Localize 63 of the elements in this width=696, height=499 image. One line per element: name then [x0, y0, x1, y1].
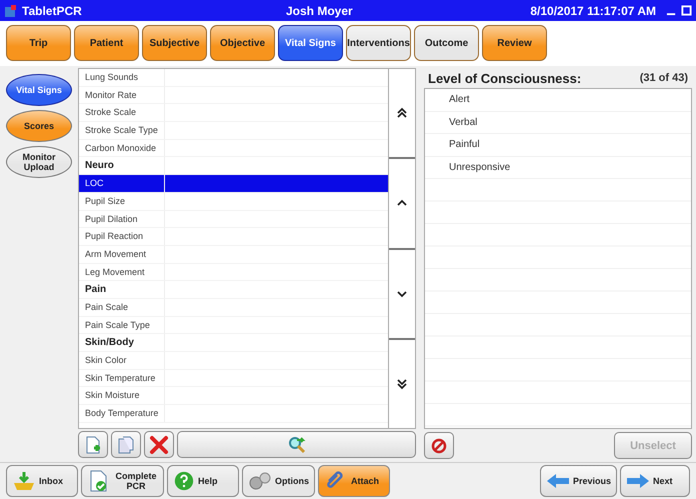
option-item[interactable]: Alert — [449, 89, 470, 111]
option-item[interactable]: Unresponsive — [449, 156, 510, 178]
side-tab[interactable]: Scores — [6, 110, 72, 142]
delete-button[interactable] — [144, 431, 174, 458]
copy-document-icon — [116, 434, 136, 454]
field-item[interactable]: Leg Movement — [79, 264, 165, 280]
section-tab[interactable]: Patient — [74, 25, 139, 61]
record-counter: (31 of 43) — [640, 72, 688, 84]
section-tab[interactable]: Subjective — [142, 25, 207, 61]
help-icon — [173, 470, 195, 492]
toolbar-button[interactable]: Options — [242, 465, 315, 497]
toolbar-button[interactable]: Help — [167, 465, 239, 497]
field-item[interactable]: Pain Scale — [79, 298, 165, 316]
field-item[interactable]: Pupil Size — [79, 192, 165, 210]
copy-button[interactable] — [111, 431, 141, 458]
section-tab[interactable]: Outcome — [414, 25, 479, 61]
user-name: Josh Moyer — [286, 4, 354, 18]
option-item[interactable]: Verbal — [449, 112, 478, 134]
field-item[interactable]: Pupil Dilation — [79, 210, 165, 228]
right-arrow-icon — [626, 473, 650, 489]
search-icon — [286, 434, 306, 454]
field-item[interactable]: Carbon Monoxide — [79, 140, 165, 156]
field-item[interactable]: Neuro — [79, 157, 165, 174]
search-button[interactable] — [177, 431, 416, 458]
toolbar-button[interactable]: Inbox — [6, 465, 78, 497]
field-item[interactable]: Lung Sounds — [79, 69, 165, 86]
add-button[interactable] — [78, 431, 108, 458]
section-tab[interactable]: Vital Signs — [278, 25, 343, 61]
field-item[interactable]: Pupil Reaction — [79, 228, 165, 245]
section-tab[interactable]: Objective — [210, 25, 275, 61]
field-item[interactable]: Stroke Scale — [79, 104, 165, 122]
field-item[interactable]: Skin/Body — [79, 334, 165, 351]
section-tab[interactable]: Trip — [6, 25, 71, 61]
field-item[interactable]: Stroke Scale Type — [79, 122, 165, 139]
field-item[interactable]: Skin Color — [79, 352, 165, 369]
field-item[interactable]: Pain Scale Type — [79, 316, 165, 334]
field-item[interactable]: Monitor Rate — [79, 86, 165, 104]
toolbar-button[interactable]: Attach — [318, 465, 390, 497]
section-tab[interactable]: Review — [482, 25, 547, 61]
date-time: 8/10/2017 11:17:07 AM — [529, 4, 657, 18]
side-tab[interactable]: Monitor Upload — [6, 146, 72, 178]
left-arrow-icon — [546, 473, 570, 489]
double-chevron-up-icon — [396, 107, 408, 120]
side-tab[interactable]: Vital Signs — [6, 74, 72, 106]
app-name: TabletPCR — [22, 4, 83, 18]
toolbar-button[interactable]: Complete PCR — [81, 465, 164, 497]
field-item[interactable]: Skin Temperature — [79, 370, 165, 386]
inbox-icon — [12, 469, 36, 493]
panel-title: Level of Consciousness: — [428, 70, 582, 86]
option-item[interactable]: Painful — [449, 134, 480, 156]
no-entry-icon — [431, 438, 447, 454]
maximize-icon[interactable] — [681, 5, 692, 16]
nav-button[interactable]: Next — [620, 465, 690, 497]
field-item[interactable]: Skin Moisture — [79, 387, 165, 404]
field-item[interactable]: Body Temperature — [79, 405, 165, 422]
field-item[interactable]: Arm Movement — [79, 246, 165, 263]
delete-icon — [149, 434, 169, 454]
nav-button[interactable]: Previous — [540, 465, 617, 497]
double-chevron-down-icon — [396, 378, 408, 390]
clear-button[interactable] — [424, 432, 454, 459]
section-tab[interactable]: Interventions — [346, 25, 411, 61]
app-logo-icon — [4, 4, 18, 18]
field-item[interactable]: Pain — [79, 281, 165, 298]
